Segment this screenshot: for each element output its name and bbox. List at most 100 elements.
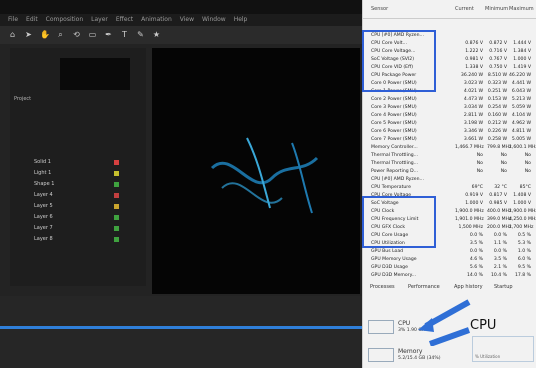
sensor-row[interactable]: GPU Bus Load 0.0 % 0.0 % 1.0 % xyxy=(363,248,536,255)
header-current[interactable]: Current xyxy=(455,6,474,12)
sensor-value: 3.034 W xyxy=(463,105,483,110)
header-min[interactable]: Minimum xyxy=(485,6,508,12)
layer-row[interactable]: Layer 5 xyxy=(20,202,156,211)
sensor-row[interactable]: Core 7 Power (SMU) 3.661 W 0.258 W 5.005 W xyxy=(363,136,536,143)
toolbar: ⌂ ➤ ✋ ⌕ ⟲ ▭ ✒ T ✎ ★ xyxy=(0,26,362,44)
memory-mini-graph[interactable] xyxy=(368,348,394,362)
menu-item-file[interactable]: File xyxy=(8,16,18,23)
sensor-name: Memory Controller... xyxy=(371,145,418,150)
sensor-value: 5.6 % xyxy=(469,265,483,270)
layer-row[interactable]: Layer 7 xyxy=(20,224,156,233)
highlight-box-top xyxy=(362,30,436,92)
sensor-row[interactable]: Thermal Throttling... No No No xyxy=(363,152,536,159)
sensor-row[interactable]: Core 3 Power (SMU) 3.034 W 0.254 W 5.059 W xyxy=(363,104,536,111)
brush-icon[interactable]: ✎ xyxy=(136,30,145,39)
orbit-icon[interactable]: ⟲ xyxy=(72,30,81,39)
memory-item[interactable]: Memory xyxy=(398,348,422,355)
arrow-icon[interactable]: ➤ xyxy=(24,30,33,39)
rect-icon[interactable]: ▭ xyxy=(88,30,97,39)
sensor-row[interactable]: Core 6 Power (SMU) 3.346 W 0.226 W 4.811 W xyxy=(363,128,536,135)
layer-color-swatch[interactable] xyxy=(114,182,119,187)
sensor-name: Core 4 Power (SMU) xyxy=(371,113,417,118)
sensor-value: 5.005 W xyxy=(511,137,531,142)
menu-item-composition[interactable]: Composition xyxy=(46,16,83,23)
sensor-value: 4.021 W xyxy=(463,89,483,94)
sensor-value: 0.226 W xyxy=(487,129,507,134)
sensor-value: No xyxy=(524,169,531,174)
layer-row[interactable]: Layer 8 xyxy=(20,235,156,244)
hand-icon[interactable]: ✋ xyxy=(40,30,50,39)
sensor-row[interactable]: CPU [#0] AMD Ryzen... xyxy=(363,176,536,183)
menu-item-layer[interactable]: Layer xyxy=(91,16,108,23)
sensor-value: 3.198 W xyxy=(463,121,483,126)
sensor-row[interactable]: Core 4 Power (SMU) 2.811 W 0.160 W 4.104 W xyxy=(363,112,536,119)
sensor-value: 0.0 % xyxy=(469,233,483,238)
sensor-value: 1.419 V xyxy=(513,65,531,70)
home-icon[interactable]: ⌂ xyxy=(8,30,17,39)
highlight-box-middle xyxy=(362,196,436,248)
sensor-row[interactable]: GPU Memory Usage 4.6 % 3.5 % 6.0 % xyxy=(363,256,536,263)
sensor-value: 0.254 W xyxy=(487,105,507,110)
text-icon[interactable]: T xyxy=(120,30,129,39)
composition-viewer[interactable] xyxy=(152,48,360,294)
menu-item-window[interactable]: Window xyxy=(202,16,226,23)
menu-item-edit[interactable]: Edit xyxy=(26,16,38,23)
layer-name: Solid 1 xyxy=(34,159,51,165)
project-label: Project xyxy=(14,96,32,102)
sensor-row[interactable]: CPU Temperature 69°C 32 °C 85°C xyxy=(363,184,536,191)
layer-row[interactable]: Solid 1 xyxy=(20,158,156,167)
sensor-value: 1.0 % xyxy=(517,249,531,254)
sensor-row[interactable]: Thermal Throttling... No No No xyxy=(363,160,536,167)
sensor-value: 1.222 V xyxy=(465,49,483,54)
layer-color-swatch[interactable] xyxy=(114,171,119,176)
menu-item-view[interactable]: View xyxy=(180,16,194,23)
sensor-value: 1,700 MHz xyxy=(509,225,534,230)
layer-color-swatch[interactable] xyxy=(114,160,119,165)
header-max[interactable]: Maximum xyxy=(509,6,534,12)
layer-name: Layer 5 xyxy=(34,203,53,209)
tm-tab-processes[interactable]: Processes xyxy=(370,284,395,290)
header-sensor[interactable]: Sensor xyxy=(371,6,388,12)
sensor-name: Core 2 Power (SMU) xyxy=(371,97,417,102)
sensor-value: 0.985 V xyxy=(489,201,507,206)
menu-item-animation[interactable]: Animation xyxy=(141,16,172,23)
zoom-icon[interactable]: ⌕ xyxy=(56,30,65,39)
sensor-value: 0.716 V xyxy=(489,49,507,54)
layer-row[interactable]: Shape 1 xyxy=(20,180,156,189)
sensor-row[interactable]: Core 5 Power (SMU) 3.198 W 0.212 W 4.962 W xyxy=(363,120,536,127)
layer-name: Layer 8 xyxy=(34,236,53,242)
cpu-item[interactable]: CPU xyxy=(398,320,410,327)
layer-color-swatch[interactable] xyxy=(114,215,119,220)
layer-color-swatch[interactable] xyxy=(114,226,119,231)
layer-color-swatch[interactable] xyxy=(114,204,119,209)
sensor-value: 0.153 W xyxy=(487,97,507,102)
sensor-value: 3.023 W xyxy=(463,81,483,86)
sensor-row[interactable]: Power Reporting D... No No No xyxy=(363,168,536,175)
sensor-value: 69°C xyxy=(471,185,483,190)
timeline-playhead-bar[interactable] xyxy=(0,326,362,329)
sensor-value: 0.212 W xyxy=(487,121,507,126)
layer-color-swatch[interactable] xyxy=(114,237,119,242)
layer-row[interactable]: Layer 6 xyxy=(20,213,156,222)
layer-color-swatch[interactable] xyxy=(114,193,119,198)
sensor-value: 0.0 % xyxy=(469,249,483,254)
sensor-value: 0.872 V xyxy=(489,41,507,46)
menu-item-effect[interactable]: Effect xyxy=(116,16,133,23)
layer-row[interactable]: Light 1 xyxy=(20,169,156,178)
tm-tab-app-history[interactable]: App history xyxy=(454,284,483,290)
sensor-value: No xyxy=(500,169,507,174)
cpu-mini-graph[interactable] xyxy=(368,320,394,334)
tm-tab-startup[interactable]: Startup xyxy=(494,284,513,290)
sensor-value: 2.1 % xyxy=(493,265,507,270)
sensor-row[interactable]: GPU D3D Usage 5.6 % 2.1 % 9.5 % xyxy=(363,264,536,271)
star-icon[interactable]: ★ xyxy=(152,30,161,39)
sensor-name: CPU [#0] AMD Ryzen... xyxy=(371,177,424,182)
pen-icon[interactable]: ✒ xyxy=(104,30,113,39)
menu-item-help[interactable]: Help xyxy=(234,16,248,23)
sensor-value: 5.3 % xyxy=(517,241,531,246)
layer-row[interactable]: Layer 4 xyxy=(20,191,156,200)
sensor-value: 0.5 % xyxy=(517,233,531,238)
sensor-row[interactable]: Memory Controller... 1,466.7 MHz 799.8 MHz… xyxy=(363,144,536,151)
sensor-row[interactable]: Core 2 Power (SMU) 4.473 W 0.153 W 5.213 W xyxy=(363,96,536,103)
tm-tab-performance[interactable]: Performance xyxy=(408,284,440,290)
